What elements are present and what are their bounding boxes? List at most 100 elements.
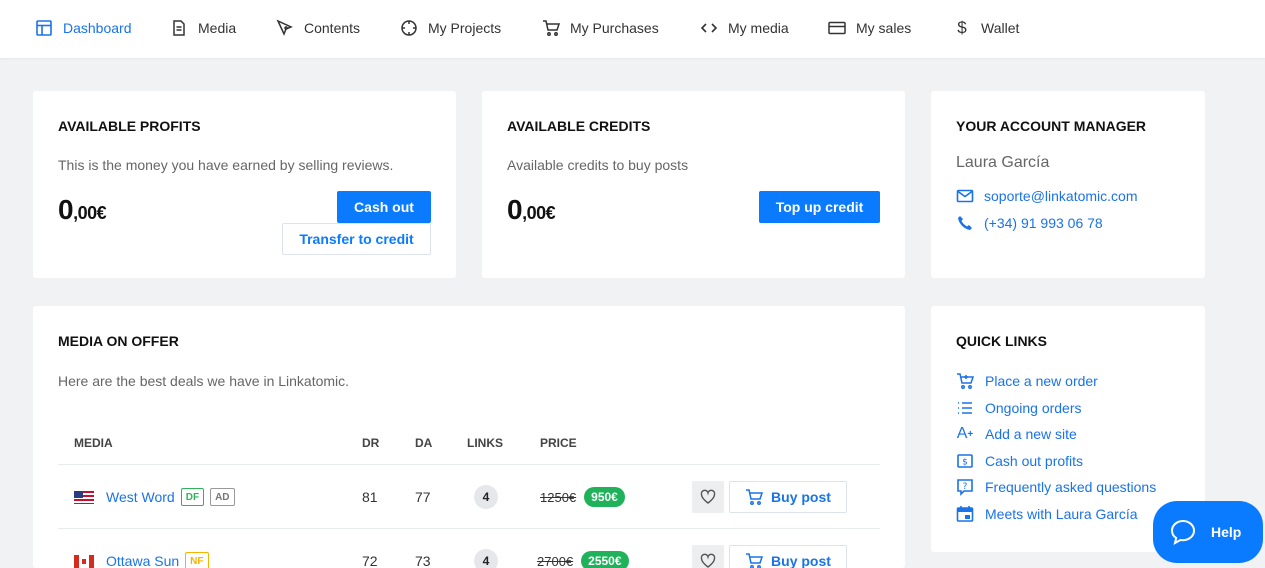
quicklink-label: Cash out profits	[985, 453, 1084, 469]
money-icon: $	[956, 452, 974, 470]
transfer-to-credit-button[interactable]: Transfer to credit	[282, 223, 431, 255]
account-manager-card: YOUR ACCOUNT MANAGER Laura García soport…	[931, 91, 1205, 278]
profits-subtitle: This is the money you have earned by sel…	[58, 157, 394, 173]
nav-label: My media	[728, 20, 789, 36]
dofollow-tag: DF	[180, 488, 205, 506]
media-link-ottawa-sun[interactable]: Ottawa Sun	[106, 553, 179, 568]
credits-card: AVAILABLE CREDITS Available credits to b…	[482, 91, 905, 278]
dr-value: 72	[362, 553, 378, 568]
buy-post-button[interactable]: Buy post	[729, 545, 847, 568]
favorite-button[interactable]	[692, 481, 724, 513]
calendar-icon	[956, 505, 974, 523]
document-icon	[170, 19, 188, 37]
nav-item-media[interactable]: Media	[170, 18, 236, 38]
links-value: 4	[474, 548, 498, 568]
phone-icon	[956, 214, 974, 232]
quicklink-add-site[interactable]: A + Add a new site	[956, 425, 1077, 443]
cash-out-button[interactable]: Cash out	[337, 191, 431, 223]
quicklink-place-order[interactable]: Place a new order	[956, 372, 1098, 390]
card-icon	[828, 19, 846, 37]
cart-icon	[745, 488, 764, 506]
pen-tool-icon	[276, 19, 294, 37]
links-value: 4	[474, 484, 498, 510]
offer-subtitle: Here are the best deals we have in Linka…	[58, 373, 350, 389]
manager-name: Laura García	[956, 154, 1050, 171]
cart-plus-icon	[956, 372, 974, 390]
nav-item-my-sales[interactable]: My sales	[828, 18, 911, 38]
nav-item-contents[interactable]: Contents	[276, 18, 360, 38]
credits-subtitle: Available credits to buy posts	[507, 157, 689, 173]
nav-item-my-media[interactable]: My media	[700, 18, 789, 38]
manager-phone: (+34) 91 993 06 78	[984, 215, 1103, 231]
cart-icon	[745, 552, 764, 568]
favorite-button[interactable]	[692, 545, 724, 568]
media-link-west-word[interactable]: West Word	[106, 489, 175, 505]
profits-amount: 0,00€	[58, 194, 107, 225]
credits-title: AVAILABLE CREDITS	[507, 118, 651, 134]
nav-item-my-purchases[interactable]: My Purchases	[542, 18, 659, 38]
credits-amount: 0,00€	[507, 194, 556, 225]
ad-tag: AD	[210, 488, 235, 506]
quicklink-label: Meets with Laura García	[985, 506, 1138, 522]
question-icon: ?	[956, 478, 974, 496]
column-header-da: DA	[415, 436, 433, 450]
dr-value: 81	[362, 489, 378, 505]
help-label: Help	[1211, 524, 1242, 540]
da-value: 73	[415, 553, 431, 568]
top-up-credit-button[interactable]: Top up credit	[759, 191, 880, 223]
table-divider	[58, 464, 880, 465]
cart-icon	[542, 19, 560, 37]
nav-item-my-projects[interactable]: My Projects	[400, 18, 501, 38]
canada-flag-icon	[74, 554, 94, 568]
manager-title: YOUR ACCOUNT MANAGER	[956, 118, 1147, 134]
heart-icon	[700, 489, 716, 505]
quicklink-label: Add a new site	[985, 426, 1077, 442]
nav-item-dashboard[interactable]: Dashboard	[35, 18, 132, 38]
column-header-price: PRICE	[540, 436, 577, 450]
manager-phone-link[interactable]: (+34) 91 993 06 78	[956, 214, 1103, 232]
nav-label: My Projects	[428, 20, 502, 36]
nav-item-wallet[interactable]: $ Wallet	[953, 18, 1019, 38]
quicklink-meet-manager[interactable]: Meets with Laura García	[956, 505, 1138, 523]
nav-label: Wallet	[981, 20, 1020, 36]
price-cell: 1250€ 950€	[540, 484, 625, 510]
help-button[interactable]: Help	[1153, 501, 1263, 563]
offer-price-badge: 2550€	[581, 551, 629, 568]
quicklink-label: Ongoing orders	[985, 400, 1082, 416]
old-price: 2700€	[537, 553, 574, 568]
offer-title: MEDIA ON OFFER	[58, 333, 179, 349]
quicklink-cash-out[interactable]: $ Cash out profits	[956, 452, 1083, 470]
nav-label: Contents	[304, 20, 361, 36]
nav-label: Dashboard	[63, 20, 132, 36]
quicklinks-title: QUICK LINKS	[956, 333, 1047, 349]
heart-icon	[700, 553, 716, 568]
manager-email-link[interactable]: soporte@linkatomic.com	[956, 187, 1138, 205]
price-cell: 2700€ 2550€	[537, 548, 629, 568]
nav-label: My Purchases	[570, 20, 659, 36]
column-header-links: LINKS	[467, 436, 503, 450]
buy-post-label: Buy post	[771, 489, 831, 505]
compass-icon	[400, 19, 418, 37]
column-header-dr: DR	[362, 436, 380, 450]
old-price: 1250€	[540, 489, 577, 505]
list-icon	[956, 399, 974, 417]
code-icon	[700, 19, 718, 37]
buy-post-label: Buy post	[771, 553, 831, 568]
dashboard-icon	[35, 19, 53, 37]
offer-price-badge: 950€	[584, 487, 625, 507]
profits-card: AVAILABLE PROFITS This is the money you …	[33, 91, 456, 278]
nofollow-tag: NF	[185, 552, 209, 568]
profits-title: AVAILABLE PROFITS	[58, 118, 201, 134]
quicklink-label: Place a new order	[985, 373, 1098, 389]
table-row: Ottawa Sun NF	[74, 548, 209, 568]
manager-email: soporte@linkatomic.com	[984, 188, 1138, 204]
svg-text:?: ?	[963, 482, 968, 492]
quicklink-faq[interactable]: ? Frequently asked questions	[956, 478, 1156, 496]
quicklink-ongoing-orders[interactable]: Ongoing orders	[956, 399, 1082, 417]
us-flag-icon	[74, 490, 94, 504]
quicklink-label: Frequently asked questions	[985, 479, 1157, 495]
buy-post-button[interactable]: Buy post	[729, 481, 847, 513]
top-navigation: Dashboard Media Contents My Projects My …	[0, 0, 1265, 58]
svg-text:$: $	[962, 458, 968, 468]
text-add-icon: A +	[956, 425, 974, 442]
